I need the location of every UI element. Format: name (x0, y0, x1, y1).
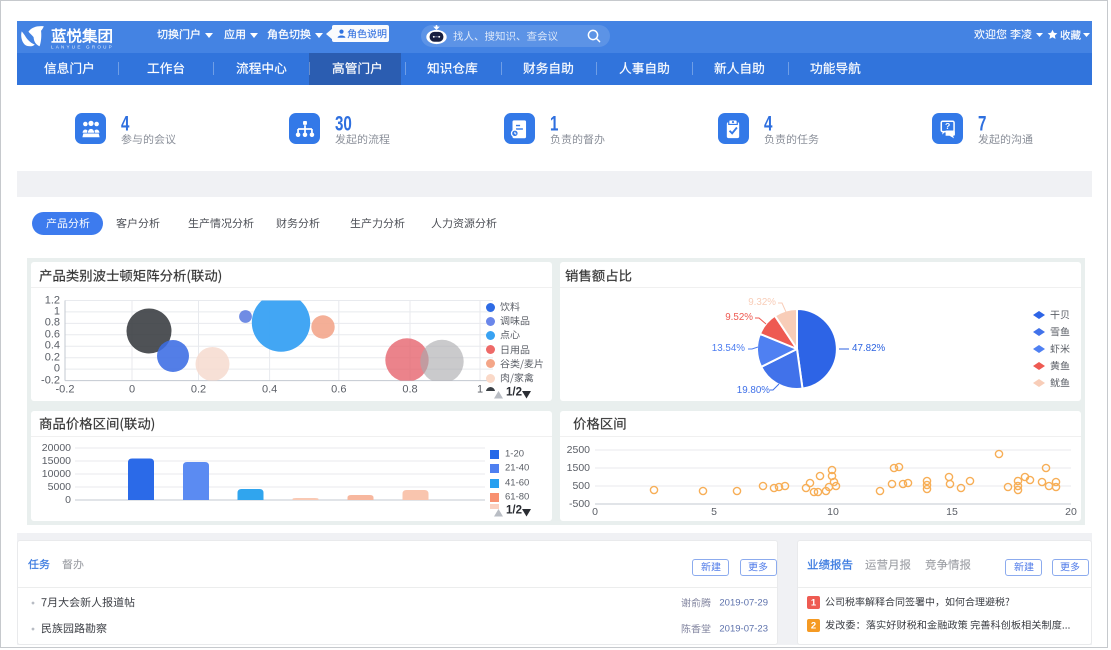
svg-text:?: ? (945, 121, 950, 131)
